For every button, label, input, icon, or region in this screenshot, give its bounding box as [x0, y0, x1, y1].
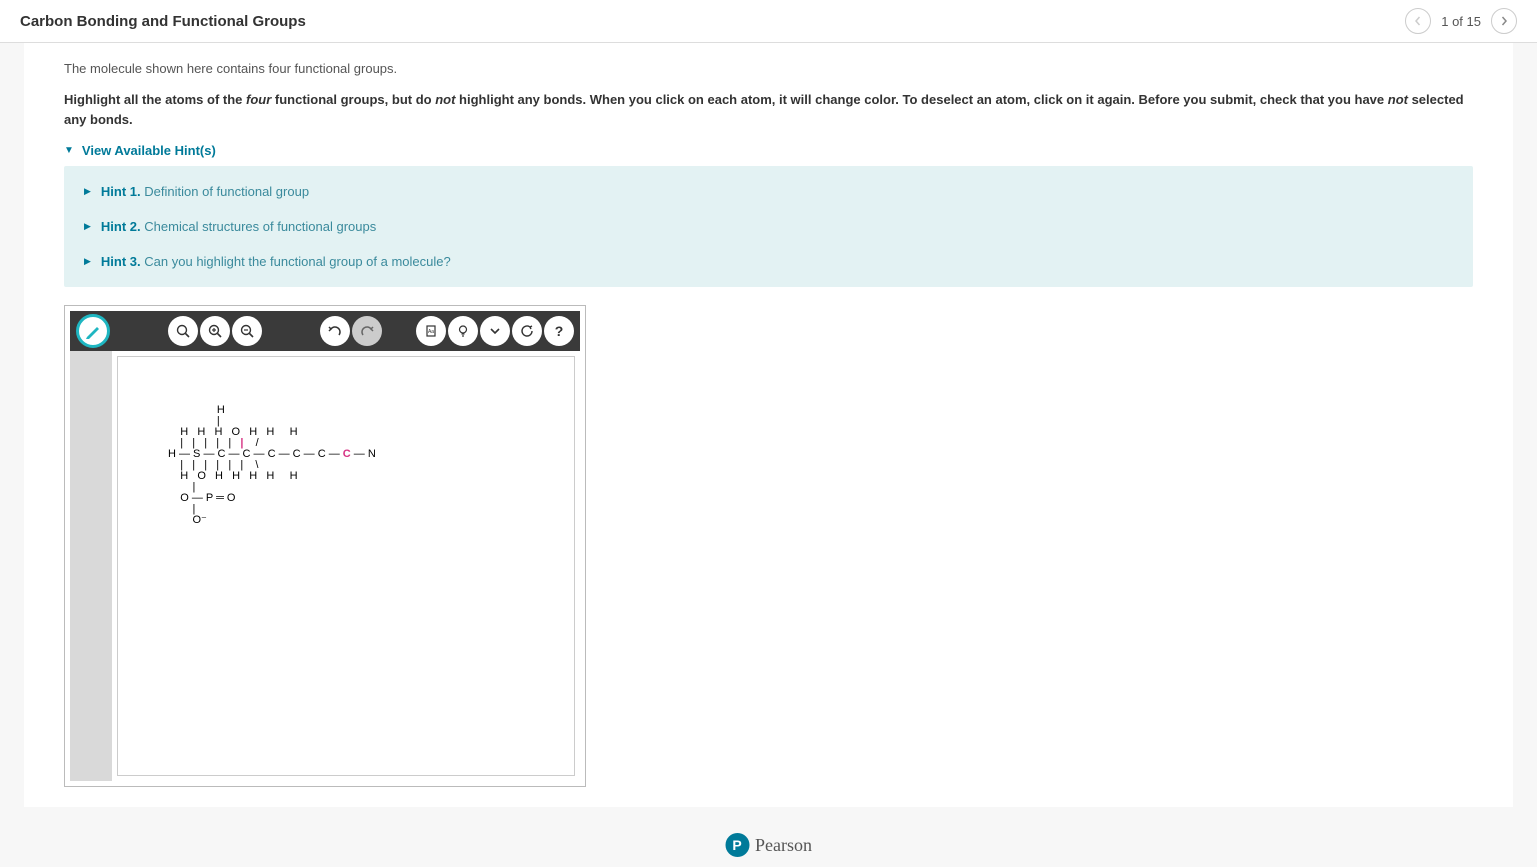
zoom-out-icon	[239, 323, 255, 339]
hint-1-desc: Definition of functional group	[144, 184, 309, 199]
instruction-not1: not	[435, 92, 455, 107]
hint-row-1[interactable]: ▶ Hint 1. Definition of functional group	[64, 174, 1473, 209]
history-group	[320, 316, 382, 346]
undo-icon	[327, 323, 343, 339]
help-button[interactable]: ?	[544, 316, 574, 346]
question-icon: ?	[555, 323, 564, 339]
hint-2-label: Hint 2.	[101, 219, 141, 234]
chevron-right-icon	[1499, 16, 1509, 26]
undo-button[interactable]	[320, 316, 350, 346]
page-indicator: 1 of 15	[1441, 14, 1481, 29]
hint-row-2[interactable]: ▶ Hint 2. Chemical structures of functio…	[64, 209, 1473, 244]
next-page-button[interactable]	[1491, 8, 1517, 34]
marker-icon	[84, 322, 102, 340]
hint-3-label: Hint 3.	[101, 254, 141, 269]
zoom-group	[168, 316, 262, 346]
molecule-structure[interactable]: H | H H H O H H H | | | | | | / H — S — …	[168, 405, 376, 526]
chevron-left-icon	[1413, 16, 1423, 26]
prev-page-button[interactable]	[1405, 8, 1431, 34]
page-nav: 1 of 15	[1405, 8, 1517, 34]
instruction-not2: not	[1388, 92, 1408, 107]
paste-button[interactable]: Aa	[416, 316, 446, 346]
hints-toggle[interactable]: ▼ View Available Hint(s)	[64, 143, 1473, 158]
redo-button[interactable]	[352, 316, 382, 346]
caret-right-icon: ▶	[84, 256, 91, 267]
content-panel: The molecule shown here contains four fu…	[24, 43, 1513, 807]
pearson-brand-text: Pearson	[755, 835, 812, 856]
refresh-icon	[520, 324, 534, 338]
canvas-sidebar	[70, 351, 112, 781]
content-scroll[interactable]: The molecule shown here contains four fu…	[0, 43, 1537, 867]
hint-light-button[interactable]	[448, 316, 478, 346]
caret-right-icon: ▶	[84, 186, 91, 197]
intro-text: The molecule shown here contains four fu…	[64, 61, 1473, 76]
zoom-in-button[interactable]	[200, 316, 230, 346]
hint-row-3[interactable]: ▶ Hint 3. Can you highlight the function…	[64, 244, 1473, 279]
footer-brand: P Pearson	[725, 833, 812, 857]
zoom-fit-button[interactable]	[168, 316, 198, 346]
hint-2-desc: Chemical structures of functional groups	[144, 219, 376, 234]
hint-1-label: Hint 1.	[101, 184, 141, 199]
instruction-four: four	[246, 92, 271, 107]
caret-down-icon: ▼	[64, 145, 74, 156]
canvas-draw-area[interactable]: H | H H H O H H H | | | | | | / H — S — …	[117, 356, 575, 776]
hint-3-desc: Can you highlight the functional group o…	[144, 254, 450, 269]
util-group: Aa ?	[416, 316, 574, 346]
canvas-body: H | H H H O H H H | | | | | | / H — S — …	[70, 351, 580, 781]
caret-right-icon: ▶	[84, 221, 91, 232]
page-title: Carbon Bonding and Functional Groups	[20, 13, 306, 30]
zoom-fit-icon	[175, 323, 191, 339]
hints-container: ▶ Hint 1. Definition of functional group…	[64, 166, 1473, 287]
zoom-out-button[interactable]	[232, 316, 262, 346]
lightbulb-icon	[456, 324, 470, 338]
clipboard-icon: Aa	[424, 324, 438, 338]
chevron-down-icon	[489, 325, 501, 337]
drawing-toolbar: Aa ?	[70, 311, 580, 351]
instruction-mid2: highlight any bonds. When you click on e…	[455, 92, 1387, 107]
reset-button[interactable]	[512, 316, 542, 346]
marker-tool-button[interactable]	[76, 314, 110, 348]
hints-toggle-label: View Available Hint(s)	[82, 143, 216, 158]
svg-text:Aa: Aa	[428, 329, 434, 335]
drawing-panel: Aa ?	[64, 305, 586, 787]
redo-icon	[359, 323, 375, 339]
instruction-pre: Highlight all the atoms of the	[64, 92, 246, 107]
expand-button[interactable]	[480, 316, 510, 346]
pearson-logo-icon: P	[725, 833, 749, 857]
instruction-text: Highlight all the atoms of the four func…	[64, 90, 1473, 129]
zoom-in-icon	[207, 323, 223, 339]
instruction-mid1: functional groups, but do	[271, 92, 435, 107]
page-header: Carbon Bonding and Functional Groups 1 o…	[0, 0, 1537, 43]
